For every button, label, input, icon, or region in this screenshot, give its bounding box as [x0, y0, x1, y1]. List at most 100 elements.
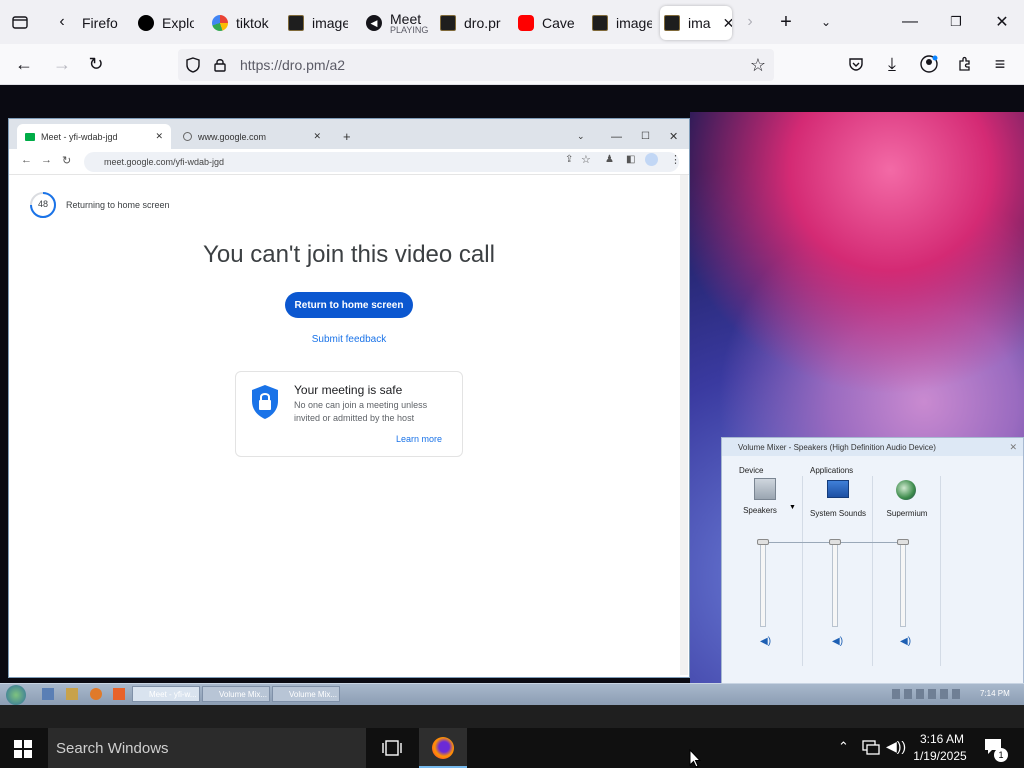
mute-speaker-icon[interactable]: ◀) [760, 636, 771, 647]
volume-slider-track[interactable] [832, 541, 838, 627]
downloads-icon[interactable]: ⤓ [880, 52, 904, 76]
dropdown-arrow-icon[interactable]: ▼ [789, 504, 796, 511]
windows-start-icon[interactable] [14, 740, 32, 758]
back-icon[interactable]: ← [21, 154, 32, 166]
extensions-icon[interactable] [953, 52, 977, 76]
tab-meet[interactable]: Meet - yfi-wdab-jgd ✕ [17, 124, 171, 149]
scroll-tabs-left-icon[interactable]: ‹ [48, 8, 76, 36]
tab-label: Explor [162, 15, 194, 31]
volume-mixer-window: Volume Mixer - Speakers (High Definition… [721, 437, 1024, 687]
tab-label: Meet [390, 10, 422, 27]
maximize-icon[interactable]: ☐ [633, 124, 658, 149]
firefox-icon[interactable] [113, 688, 125, 700]
volume-slider-track[interactable] [900, 541, 906, 627]
more-menu-icon[interactable]: ⋮ [670, 153, 681, 166]
volume-icon[interactable]: ◀)) [886, 738, 906, 755]
firefox-tab[interactable]: image [588, 6, 652, 40]
firefox-tab[interactable]: Explor [134, 6, 194, 40]
firefox-nav-bar: ← → ↻ https://dro.pm/a2 ☆ ⤓ ≡ [0, 44, 1024, 85]
tab-google[interactable]: www.google.com ✕ [175, 124, 329, 149]
close-tab-icon[interactable]: ✕ [155, 131, 163, 142]
scrollbar[interactable] [680, 175, 688, 675]
forward-icon[interactable]: → [50, 52, 74, 76]
image-icon [288, 15, 304, 31]
firefox-tab[interactable]: dro.pr [436, 6, 502, 40]
taskbar-task-active[interactable]: Meet - yfi-w... [132, 686, 200, 702]
minimize-icon[interactable]: — [896, 8, 924, 36]
speakers-icon [754, 478, 776, 500]
volume-slider-track[interactable] [760, 541, 766, 627]
close-tab-icon[interactable]: ✕ [313, 131, 321, 142]
task-view-icon[interactable] [382, 739, 402, 757]
taskbar-task[interactable]: Volume Mix... [202, 686, 270, 702]
close-window-icon[interactable]: ✕ [1009, 442, 1017, 453]
firefox-tab-meet-playing[interactable]: ◀ Meet PLAYING [362, 6, 428, 40]
firefox-tab[interactable]: Cave [514, 6, 574, 40]
page-title: You can't join this video call [203, 241, 495, 268]
volume-slider-thumb[interactable] [897, 539, 909, 545]
minimize-icon[interactable]: — [603, 124, 630, 149]
firefox-tab-active[interactable]: ima ✕ [660, 6, 732, 40]
submit-feedback-link[interactable]: Submit feedback [289, 334, 409, 345]
tab-label: tiktok [236, 15, 269, 31]
new-tab-icon[interactable]: + [335, 124, 359, 149]
ie-icon[interactable] [42, 688, 54, 700]
reload-icon[interactable]: ↻ [62, 154, 71, 167]
volume-slider-thumb[interactable] [829, 539, 841, 545]
tab-overview-icon[interactable] [6, 8, 34, 36]
network-icon[interactable] [862, 739, 880, 755]
close-tab-icon[interactable]: ✕ [723, 15, 732, 32]
bookmark-star-icon[interactable]: ☆ [750, 55, 766, 76]
mute-speaker-icon[interactable]: ◀) [900, 636, 911, 647]
share-icon[interactable]: ⇪ [565, 154, 573, 165]
new-tab-icon[interactable]: + [772, 8, 800, 36]
globe-icon [183, 132, 192, 141]
applications-header: Applications [810, 466, 854, 475]
tab-label: Meet - yfi-wdab-jgd [41, 131, 118, 142]
close-window-icon[interactable]: ✕ [988, 8, 1016, 36]
list-all-tabs-icon[interactable]: ⌄ [812, 8, 840, 36]
firefox-tab[interactable]: tiktok [208, 6, 270, 40]
shield-lock-icon [250, 384, 280, 420]
show-hidden-icons-icon[interactable]: ⌃ [838, 739, 849, 755]
scroll-tabs-right-icon[interactable]: › [736, 8, 764, 36]
taskbar-time[interactable]: 3:16 AM [914, 732, 970, 746]
system-tray-icons[interactable] [892, 689, 962, 699]
divider [872, 476, 873, 666]
return-home-button[interactable]: Return to home screen [285, 292, 413, 318]
pocket-icon[interactable] [844, 52, 868, 76]
reload-icon[interactable]: ↻ [84, 52, 108, 76]
folder-icon[interactable] [66, 688, 78, 700]
learn-more-link[interactable]: Learn more [396, 434, 442, 444]
taskbar-task[interactable]: Volume Mix... [272, 686, 340, 702]
device-header: Device [739, 466, 764, 475]
tiktok-icon [138, 15, 154, 31]
firefox-tab[interactable]: Firefo [78, 6, 128, 40]
url-bar[interactable]: https://dro.pm/a2 ☆ [178, 49, 774, 81]
tab-label: www.google.com [198, 131, 267, 142]
bookmark-star-icon[interactable]: ☆ [581, 153, 591, 166]
forward-icon[interactable]: → [41, 154, 52, 166]
firefox-taskbar-button[interactable] [419, 728, 467, 768]
tab-search-icon[interactable]: ⌄ [569, 124, 593, 149]
profile-icon[interactable] [645, 153, 658, 166]
divider [802, 476, 803, 666]
taskbar-search-box[interactable]: Search Windows [48, 728, 366, 768]
labs-icon[interactable]: ♟ [605, 154, 614, 165]
taskbar-date[interactable]: 1/19/2025 [910, 749, 970, 763]
close-window-icon[interactable]: ✕ [661, 124, 686, 149]
browser-window: Meet - yfi-wdab-jgd ✕ www.google.com ✕ +… [8, 118, 690, 678]
menu-icon[interactable]: ≡ [988, 52, 1012, 76]
media-icon[interactable] [90, 688, 102, 700]
remote-desktop-view[interactable]: Meet - yfi-wdab-jgd ✕ www.google.com ✕ +… [0, 85, 1024, 705]
maximize-icon[interactable]: ❐ [942, 8, 970, 36]
address-text: meet.google.com/yfi-wdab-jgd [104, 157, 225, 167]
side-panel-icon[interactable]: ◧ [626, 154, 635, 165]
mute-speaker-icon[interactable]: ◀) [832, 636, 843, 647]
channel-label[interactable]: Speakers [730, 506, 790, 515]
volume-slider-thumb[interactable] [757, 539, 769, 545]
account-icon[interactable] [917, 52, 941, 76]
firefox-tab[interactable]: image [284, 6, 348, 40]
back-icon[interactable]: ← [12, 52, 36, 76]
start-orb-icon[interactable] [6, 685, 26, 705]
